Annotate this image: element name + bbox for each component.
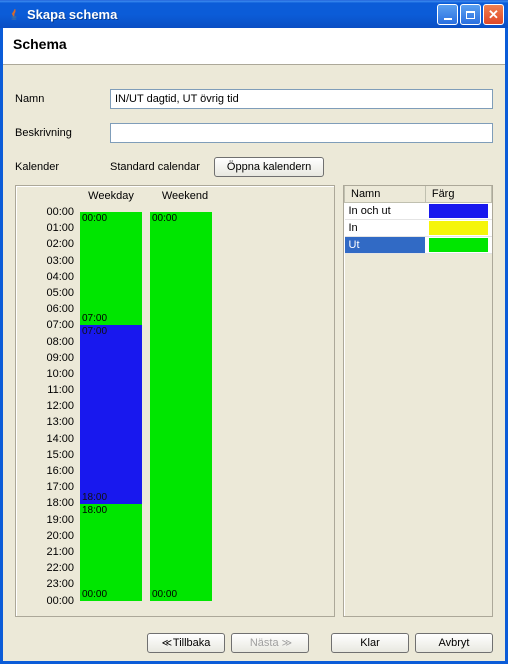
hour-label: 09:00 bbox=[22, 350, 74, 366]
block-end: 00:00 bbox=[152, 589, 177, 600]
block-start: 07:00 bbox=[82, 326, 107, 337]
hour-label: 16:00 bbox=[22, 463, 74, 479]
hour-label: 04:00 bbox=[22, 269, 74, 285]
legend-row-color bbox=[425, 220, 491, 237]
name-row: Namn bbox=[15, 89, 493, 109]
maximize-button[interactable] bbox=[460, 4, 481, 25]
block-start: 18:00 bbox=[82, 505, 107, 516]
back-button-label: Tillbaka bbox=[173, 637, 211, 649]
legend-panel: Namn Färg In och ut In bbox=[343, 185, 493, 617]
hour-label: 08:00 bbox=[22, 334, 74, 350]
window-titlebar: Skapa schema ✕ bbox=[0, 0, 508, 28]
chevron-right-icon: ≫ bbox=[282, 638, 290, 649]
legend-row[interactable]: In och ut bbox=[345, 203, 492, 220]
color-swatch bbox=[429, 221, 487, 235]
calendar-label: Kalender bbox=[15, 161, 110, 173]
legend-row[interactable]: In bbox=[345, 220, 492, 237]
weekend-header: Weekend bbox=[150, 190, 220, 202]
hour-label: 12:00 bbox=[22, 398, 74, 414]
hour-label: 07:00 bbox=[22, 317, 74, 333]
description-label: Beskrivning bbox=[15, 127, 110, 139]
hour-label: 15:00 bbox=[22, 447, 74, 463]
legend-row-name: In och ut bbox=[345, 203, 426, 220]
hour-label: 11:00 bbox=[22, 382, 74, 398]
calendar-row: Kalender Standard calendar Öppna kalende… bbox=[15, 157, 493, 177]
legend-row[interactable]: Ut bbox=[345, 237, 492, 254]
weekday-column[interactable]: 00:00 07:00 07:00 18:00 18:00 00:00 bbox=[80, 212, 142, 601]
color-swatch bbox=[429, 238, 487, 252]
weekday-header: Weekday bbox=[80, 190, 142, 202]
hour-label: 23:00 bbox=[22, 576, 74, 592]
chevron-left-icon: ≪ bbox=[162, 638, 170, 649]
hour-label: 13:00 bbox=[22, 414, 74, 430]
schedule-block[interactable]: 07:00 18:00 bbox=[80, 325, 142, 503]
name-label: Namn bbox=[15, 93, 110, 105]
legend-row-name: In bbox=[345, 220, 426, 237]
open-calendar-button[interactable]: Öppna kalendern bbox=[214, 157, 324, 177]
minimize-button[interactable] bbox=[437, 4, 458, 25]
legend-color-header[interactable]: Färg bbox=[425, 186, 491, 203]
schedule-headers: Weekday Weekend bbox=[22, 190, 328, 202]
hour-label: 01:00 bbox=[22, 220, 74, 236]
description-input[interactable] bbox=[110, 123, 493, 143]
hour-label: 10:00 bbox=[22, 366, 74, 382]
window-title: Skapa schema bbox=[27, 7, 437, 22]
hour-labels: 00:00 01:00 02:00 03:00 04:00 05:00 06:0… bbox=[22, 204, 74, 609]
cancel-button[interactable]: Avbryt bbox=[415, 633, 493, 653]
window-buttons: ✕ bbox=[437, 4, 504, 25]
next-button-label: Nästa bbox=[250, 637, 279, 649]
block-end: 18:00 bbox=[82, 492, 107, 503]
hour-label: 00:00 bbox=[22, 204, 74, 220]
close-button[interactable]: ✕ bbox=[483, 4, 504, 25]
block-end: 07:00 bbox=[82, 313, 107, 324]
java-icon bbox=[6, 7, 22, 23]
hour-label: 02:00 bbox=[22, 236, 74, 252]
hour-label: 05:00 bbox=[22, 285, 74, 301]
legend-name-header[interactable]: Namn bbox=[345, 186, 426, 203]
hour-label: 03:00 bbox=[22, 253, 74, 269]
schedule-block[interactable]: 00:00 00:00 bbox=[150, 212, 212, 601]
hour-label: 21:00 bbox=[22, 544, 74, 560]
calendar-value: Standard calendar bbox=[110, 161, 200, 173]
weekend-column[interactable]: 00:00 00:00 bbox=[150, 212, 212, 601]
hour-label: 17:00 bbox=[22, 479, 74, 495]
block-start: 00:00 bbox=[152, 213, 177, 224]
color-swatch bbox=[429, 204, 487, 218]
legend-row-color bbox=[425, 203, 491, 220]
schedule-block[interactable]: 18:00 00:00 bbox=[80, 504, 142, 601]
hour-label: 20:00 bbox=[22, 528, 74, 544]
hour-label: 22:00 bbox=[22, 560, 74, 576]
schedule-block[interactable]: 00:00 07:00 bbox=[80, 212, 142, 325]
finish-button[interactable]: Klar bbox=[331, 633, 409, 653]
header-band: Schema bbox=[3, 28, 505, 65]
hour-label: 19:00 bbox=[22, 512, 74, 528]
schedule-panel: Weekday Weekend 00:00 01:00 02:00 03:00 … bbox=[15, 185, 335, 617]
hour-label: 14:00 bbox=[22, 431, 74, 447]
hour-label: 18:00 bbox=[22, 495, 74, 511]
description-row: Beskrivning bbox=[15, 123, 493, 143]
next-button: Nästa ≫ bbox=[231, 633, 309, 653]
name-input[interactable] bbox=[110, 89, 493, 109]
back-button[interactable]: ≪ Tillbaka bbox=[147, 633, 225, 653]
block-start: 00:00 bbox=[82, 213, 107, 224]
block-end: 00:00 bbox=[82, 589, 107, 600]
legend-row-color bbox=[425, 237, 491, 254]
legend-table: Namn Färg In och ut In bbox=[344, 186, 492, 254]
legend-row-name: Ut bbox=[345, 237, 426, 254]
wizard-footer: ≪ Tillbaka Nästa ≫ Klar Avbryt bbox=[3, 625, 505, 661]
hour-label: 06:00 bbox=[22, 301, 74, 317]
hour-label: 00:00 bbox=[22, 593, 74, 609]
page-title: Schema bbox=[13, 36, 495, 52]
